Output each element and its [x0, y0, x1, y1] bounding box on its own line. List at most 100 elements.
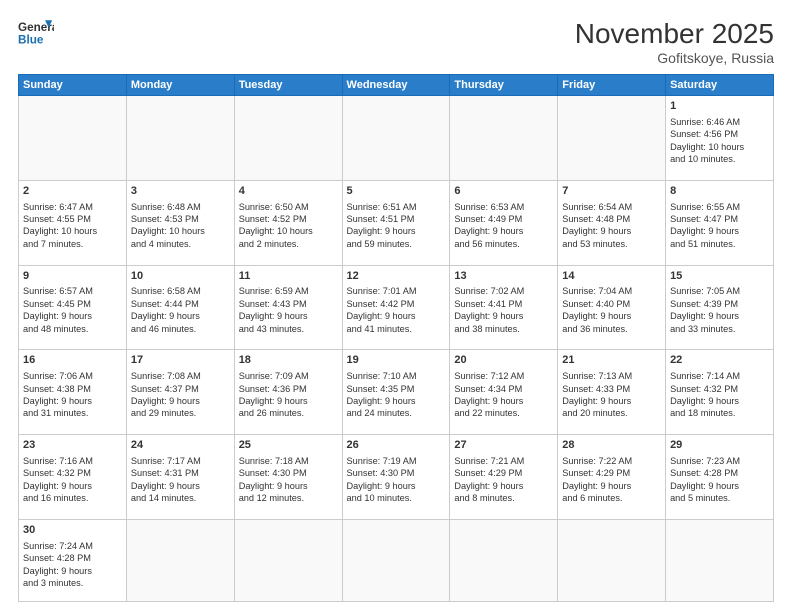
day-info: Daylight: 9 hours: [454, 225, 553, 237]
table-row: [126, 96, 234, 181]
day-info: Sunset: 4:29 PM: [562, 467, 661, 479]
day-number: 18: [239, 353, 338, 368]
table-row: 22Sunrise: 7:14 AMSunset: 4:32 PMDayligh…: [666, 350, 774, 435]
day-info: and 48 minutes.: [23, 323, 122, 335]
day-info: Sunset: 4:45 PM: [23, 298, 122, 310]
day-info: Sunset: 4:29 PM: [454, 467, 553, 479]
table-row: [558, 96, 666, 181]
day-info: Sunrise: 7:18 AM: [239, 455, 338, 467]
day-number: 29: [670, 438, 769, 453]
table-row: 16Sunrise: 7:06 AMSunset: 4:38 PMDayligh…: [19, 350, 127, 435]
day-info: Daylight: 9 hours: [670, 310, 769, 322]
table-row: 3Sunrise: 6:48 AMSunset: 4:53 PMDaylight…: [126, 180, 234, 265]
day-number: 8: [670, 184, 769, 199]
day-info: Daylight: 9 hours: [454, 395, 553, 407]
col-monday: Monday: [126, 75, 234, 96]
page: General Blue November 2025 Gofitskoye, R…: [0, 0, 792, 612]
day-info: Sunrise: 6:46 AM: [670, 116, 769, 128]
day-info: and 5 minutes.: [670, 492, 769, 504]
day-info: and 24 minutes.: [347, 407, 446, 419]
day-number: 16: [23, 353, 122, 368]
location: Gofitskoye, Russia: [575, 50, 774, 66]
day-info: and 31 minutes.: [23, 407, 122, 419]
table-row: 30Sunrise: 7:24 AMSunset: 4:28 PMDayligh…: [19, 519, 127, 601]
day-info: and 12 minutes.: [239, 492, 338, 504]
day-info: Daylight: 9 hours: [131, 480, 230, 492]
day-info: Sunrise: 7:08 AM: [131, 370, 230, 382]
day-number: 30: [23, 523, 122, 538]
day-info: and 14 minutes.: [131, 492, 230, 504]
col-sunday: Sunday: [19, 75, 127, 96]
day-info: Daylight: 9 hours: [347, 310, 446, 322]
day-info: Sunset: 4:44 PM: [131, 298, 230, 310]
day-info: Daylight: 9 hours: [347, 480, 446, 492]
day-info: Sunrise: 7:02 AM: [454, 285, 553, 297]
col-saturday: Saturday: [666, 75, 774, 96]
day-info: and 22 minutes.: [454, 407, 553, 419]
header: General Blue November 2025 Gofitskoye, R…: [18, 18, 774, 66]
day-info: Daylight: 9 hours: [562, 310, 661, 322]
day-number: 15: [670, 269, 769, 284]
day-info: and 8 minutes.: [454, 492, 553, 504]
day-number: 21: [562, 353, 661, 368]
day-info: Daylight: 9 hours: [670, 225, 769, 237]
day-info: Sunrise: 7:22 AM: [562, 455, 661, 467]
day-info: Sunrise: 7:09 AM: [239, 370, 338, 382]
day-info: Daylight: 9 hours: [562, 225, 661, 237]
day-number: 12: [347, 269, 446, 284]
day-info: Sunrise: 7:06 AM: [23, 370, 122, 382]
day-number: 17: [131, 353, 230, 368]
day-info: Sunrise: 7:12 AM: [454, 370, 553, 382]
day-number: 2: [23, 184, 122, 199]
day-info: Sunrise: 7:04 AM: [562, 285, 661, 297]
day-info: Sunrise: 7:17 AM: [131, 455, 230, 467]
day-info: Daylight: 9 hours: [131, 395, 230, 407]
month-year: November 2025: [575, 18, 774, 50]
table-row: 4Sunrise: 6:50 AMSunset: 4:52 PMDaylight…: [234, 180, 342, 265]
day-info: and 46 minutes.: [131, 323, 230, 335]
day-number: 28: [562, 438, 661, 453]
day-number: 26: [347, 438, 446, 453]
day-info: and 7 minutes.: [23, 238, 122, 250]
table-row: [558, 519, 666, 601]
col-tuesday: Tuesday: [234, 75, 342, 96]
day-info: Daylight: 9 hours: [454, 310, 553, 322]
day-info: Daylight: 9 hours: [454, 480, 553, 492]
day-info: and 10 minutes.: [347, 492, 446, 504]
day-number: 22: [670, 353, 769, 368]
table-row: 25Sunrise: 7:18 AMSunset: 4:30 PMDayligh…: [234, 435, 342, 520]
table-row: 1Sunrise: 6:46 AMSunset: 4:56 PMDaylight…: [666, 96, 774, 181]
table-row: [342, 96, 450, 181]
day-info: Daylight: 9 hours: [347, 225, 446, 237]
col-friday: Friday: [558, 75, 666, 96]
day-number: 1: [670, 99, 769, 114]
day-info: and 16 minutes.: [23, 492, 122, 504]
day-info: Sunset: 4:34 PM: [454, 383, 553, 395]
day-info: Sunrise: 7:01 AM: [347, 285, 446, 297]
calendar-header-row: Sunday Monday Tuesday Wednesday Thursday…: [19, 75, 774, 96]
day-info: Daylight: 9 hours: [562, 480, 661, 492]
day-number: 27: [454, 438, 553, 453]
day-info: Sunset: 4:32 PM: [670, 383, 769, 395]
table-row: 5Sunrise: 6:51 AMSunset: 4:51 PMDaylight…: [342, 180, 450, 265]
day-info: and 4 minutes.: [131, 238, 230, 250]
day-info: Daylight: 10 hours: [670, 141, 769, 153]
day-info: Sunset: 4:30 PM: [239, 467, 338, 479]
day-info: Daylight: 9 hours: [239, 395, 338, 407]
day-number: 19: [347, 353, 446, 368]
day-info: and 20 minutes.: [562, 407, 661, 419]
day-info: Daylight: 10 hours: [23, 225, 122, 237]
day-number: 25: [239, 438, 338, 453]
table-row: 10Sunrise: 6:58 AMSunset: 4:44 PMDayligh…: [126, 265, 234, 350]
day-info: Sunset: 4:47 PM: [670, 213, 769, 225]
day-info: Daylight: 9 hours: [131, 310, 230, 322]
day-info: and 18 minutes.: [670, 407, 769, 419]
table-row: 20Sunrise: 7:12 AMSunset: 4:34 PMDayligh…: [450, 350, 558, 435]
day-info: Sunset: 4:49 PM: [454, 213, 553, 225]
day-info: Sunrise: 7:19 AM: [347, 455, 446, 467]
day-info: Daylight: 9 hours: [23, 310, 122, 322]
day-info: and 3 minutes.: [23, 577, 122, 589]
col-wednesday: Wednesday: [342, 75, 450, 96]
day-info: Sunrise: 6:50 AM: [239, 201, 338, 213]
table-row: 27Sunrise: 7:21 AMSunset: 4:29 PMDayligh…: [450, 435, 558, 520]
